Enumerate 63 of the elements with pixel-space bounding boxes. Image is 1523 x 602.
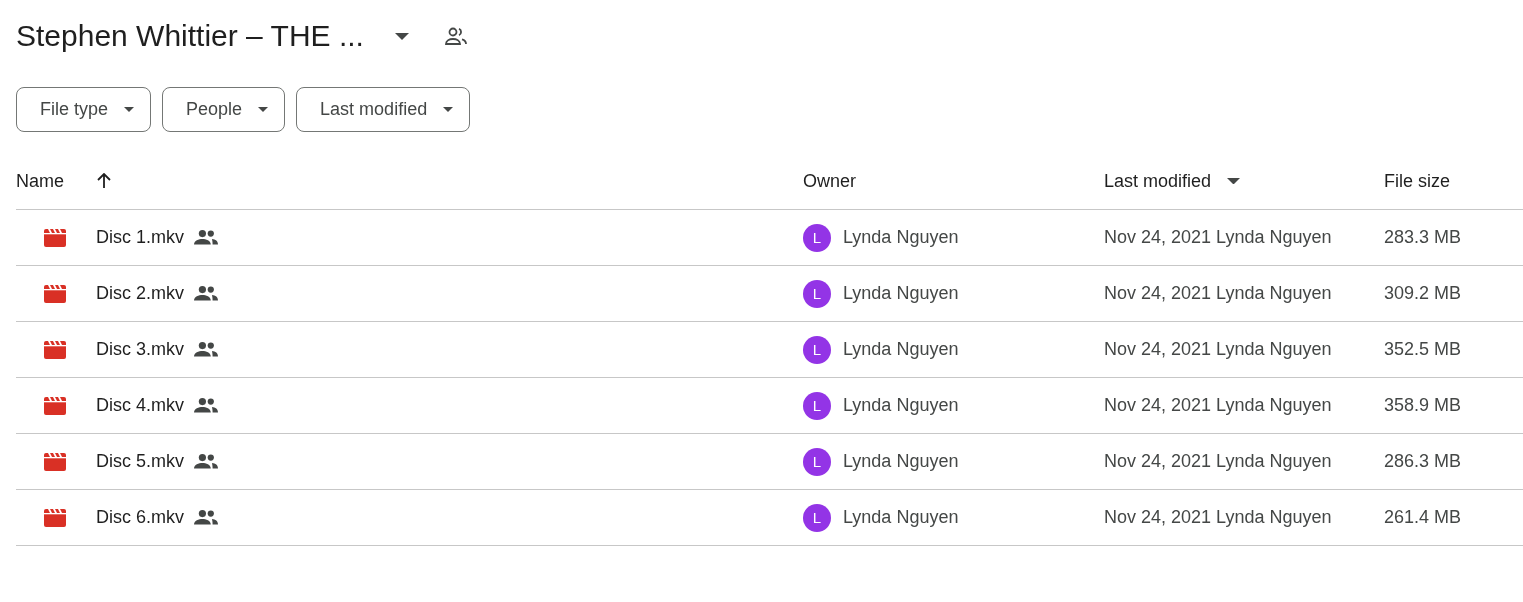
- filter-chip[interactable]: People: [162, 87, 286, 132]
- owner-avatar: L: [803, 447, 831, 476]
- file-name: Disc 4.mkv: [96, 395, 184, 416]
- file-size: 286.3 MB: [1384, 451, 1462, 472]
- video-file-icon: [44, 340, 66, 359]
- modified-date: Nov 24, 2021 Lynda Nguyen: [1104, 507, 1332, 528]
- people-icon: [194, 286, 218, 301]
- caret-icon: [443, 107, 454, 112]
- sort-arrow-icon: [96, 173, 112, 189]
- video-file-icon: [44, 228, 66, 247]
- owner-name: Lynda Nguyen: [843, 451, 959, 472]
- file-row[interactable]: Disc 1.mkv L Lynda Nguyen Nov 24, 2021 Lynda Nguyen 283.3 MB: [16, 210, 1523, 266]
- owner-avatar: L: [803, 391, 831, 420]
- modified-date: Nov 24, 2021 Lynda Nguyen: [1104, 339, 1332, 360]
- modified-date: Nov 24, 2021 Lynda Nguyen: [1104, 395, 1332, 416]
- file-size: 283.3 MB: [1384, 227, 1462, 248]
- people-icon: [194, 454, 218, 469]
- file-name: Disc 1.mkv: [96, 227, 184, 248]
- owner-name: Lynda Nguyen: [843, 227, 959, 248]
- owner-name: Lynda Nguyen: [843, 507, 959, 528]
- owner-avatar: L: [803, 335, 831, 364]
- video-file-icon: [44, 396, 66, 415]
- column-header[interactable]: Last modified: [1104, 170, 1212, 192]
- filter-chip[interactable]: Last modified: [296, 87, 471, 132]
- file-row[interactable]: Disc 2.mkv L Lynda Nguyen Nov 24, 2021 Lynda Nguyen 309.2 MB: [16, 266, 1523, 322]
- filter-chip[interactable]: File type: [16, 87, 152, 132]
- file-size: 358.9 MB: [1384, 395, 1462, 416]
- video-file-icon: [44, 452, 66, 471]
- modified-date: Nov 24, 2021 Lynda Nguyen: [1104, 451, 1332, 472]
- owner-name: Lynda Nguyen: [843, 339, 959, 360]
- owner-name: Lynda Nguyen: [843, 283, 959, 304]
- column-header[interactable]: File size: [1384, 170, 1450, 192]
- video-file-icon: [44, 508, 66, 527]
- people-icon: [194, 230, 218, 245]
- file-size: 352.5 MB: [1384, 339, 1462, 360]
- caret-icon: [124, 107, 135, 112]
- modified-date: Nov 24, 2021 Lynda Nguyen: [1104, 227, 1332, 248]
- file-name: Disc 2.mkv: [96, 283, 184, 304]
- owner-name: Lynda Nguyen: [843, 395, 959, 416]
- people-icon: [194, 510, 218, 525]
- column-header[interactable]: Owner: [803, 170, 856, 192]
- caret-icon: [258, 107, 269, 112]
- file-row[interactable]: Disc 6.mkv L Lynda Nguyen Nov 24, 2021 Lynda Nguyen 261.4 MB: [16, 490, 1523, 546]
- file-row[interactable]: Disc 4.mkv L Lynda Nguyen Nov 24, 2021 Lynda Nguyen 358.9 MB: [16, 378, 1523, 434]
- file-name: Disc 6.mkv: [96, 507, 184, 528]
- file-row[interactable]: Disc 3.mkv L Lynda Nguyen Nov 24, 2021 Lynda Nguyen 352.5 MB: [16, 322, 1523, 378]
- caret-icon: [1227, 177, 1241, 185]
- file-name: Disc 5.mkv: [96, 451, 184, 472]
- people-icon: [194, 398, 218, 413]
- owner-avatar: L: [803, 279, 831, 308]
- file-size: 261.4 MB: [1384, 507, 1462, 528]
- people-outline-icon: [444, 27, 467, 45]
- caret-icon: [394, 32, 409, 40]
- file-row[interactable]: Disc 5.mkv L Lynda Nguyen Nov 24, 2021 Lynda Nguyen 286.3 MB: [16, 434, 1523, 490]
- modified-date: Nov 24, 2021 Lynda Nguyen: [1104, 283, 1332, 304]
- owner-avatar: L: [803, 223, 831, 252]
- folder-title: Stephen Whittier – THE ...: [16, 19, 364, 53]
- file-name: Disc 3.mkv: [96, 339, 184, 360]
- file-size: 309.2 MB: [1384, 283, 1462, 304]
- owner-avatar: L: [803, 503, 831, 532]
- video-file-icon: [44, 284, 66, 303]
- people-icon: [194, 342, 218, 357]
- column-header[interactable]: Name: [16, 170, 64, 192]
